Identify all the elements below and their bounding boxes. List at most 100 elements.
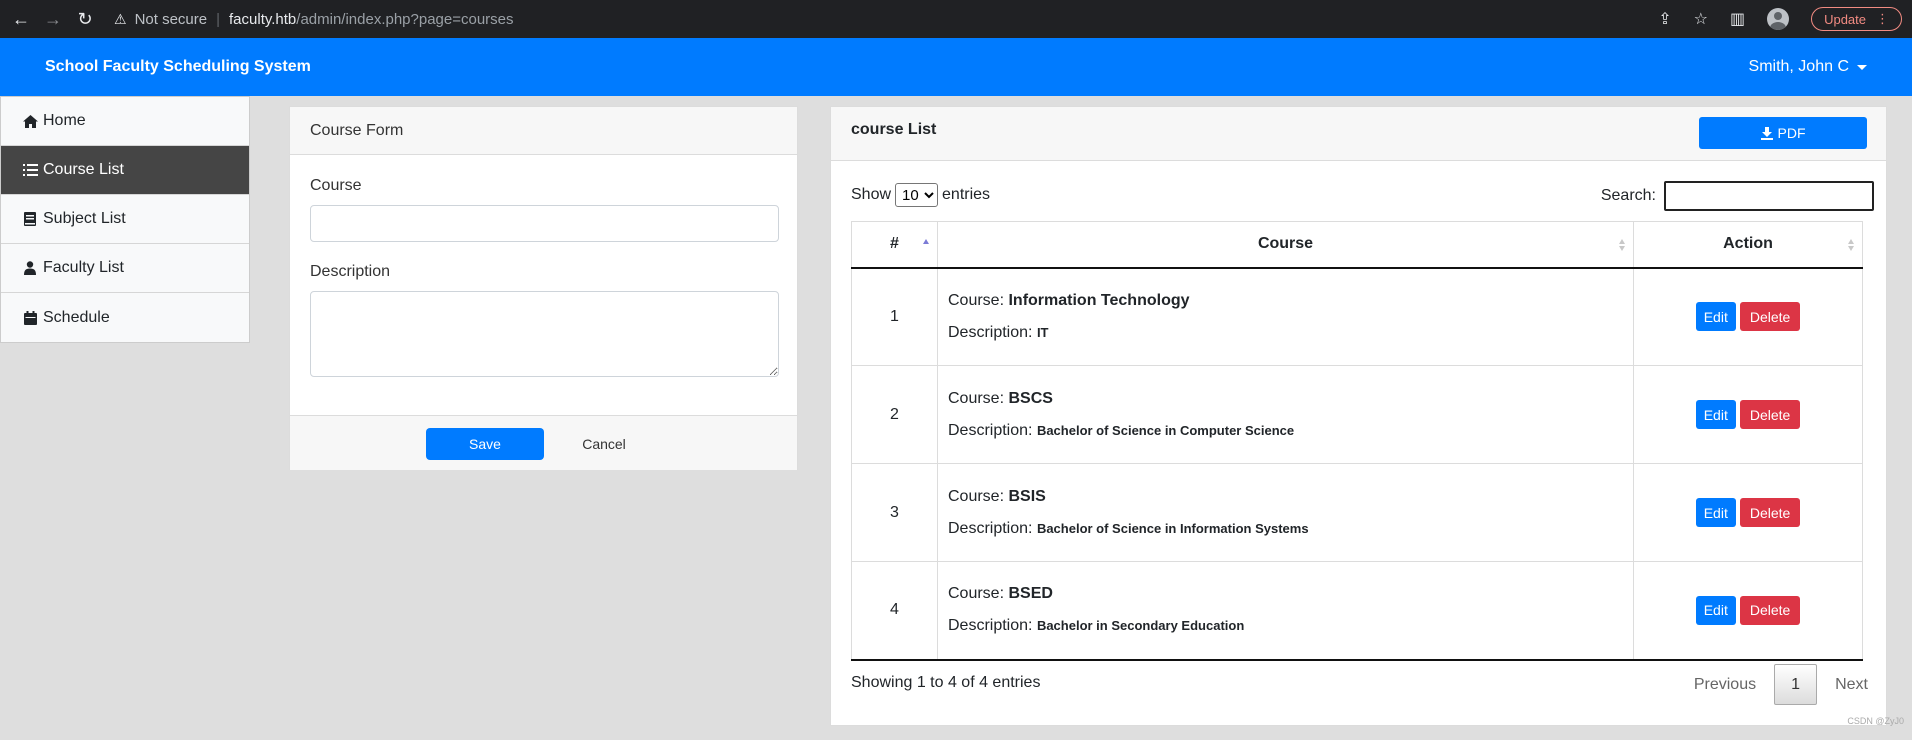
list-icon	[21, 164, 39, 176]
course-prefix: Course:	[948, 291, 1005, 309]
row-number: 4	[851, 561, 938, 661]
book-icon	[21, 212, 39, 226]
sort-icon	[1848, 239, 1854, 251]
table-info: Showing 1 to 4 of 4 entries	[851, 674, 1041, 691]
sort-ascending-icon	[923, 239, 929, 251]
course-info-cell: Course: Information Technology Descripti…	[937, 267, 1634, 366]
search-label: Search:	[1600, 187, 1656, 204]
edit-button[interactable]: Edit	[1695, 400, 1736, 429]
delete-button[interactable]: Delete	[1739, 498, 1801, 527]
description-prefix: Description:	[948, 421, 1033, 439]
course-description: IT	[1036, 324, 1049, 340]
sidebar-item-home[interactable]: Home	[1, 97, 249, 146]
table-row: 1 Course: Information Technology Descrip…	[851, 267, 1863, 366]
row-number: 1	[851, 267, 938, 366]
chevron-down-icon	[1857, 64, 1867, 70]
action-cell: Edit Delete	[1633, 561, 1863, 661]
sidebar-item-label: Subject List	[43, 210, 126, 227]
description-textarea[interactable]	[310, 291, 779, 377]
page-length-select[interactable]: 10	[895, 183, 939, 207]
row-number: 3	[851, 463, 938, 562]
sidebar-item-faculty-list[interactable]: Faculty List	[1, 244, 249, 293]
course-description: Bachelor of Science in Information Syste…	[1036, 520, 1309, 536]
back-icon[interactable]: ←	[10, 8, 32, 30]
course-list-title: course List	[851, 121, 937, 138]
edit-button[interactable]: Edit	[1695, 302, 1736, 332]
course-form-card: Course Form Course Description Save Canc…	[289, 106, 798, 470]
delete-button[interactable]: Delete	[1739, 400, 1801, 429]
column-header-action[interactable]: Action	[1633, 221, 1863, 269]
column-header-number[interactable]: #	[851, 221, 938, 269]
next-page-button[interactable]: Next	[1835, 676, 1868, 694]
course-name: BSIS	[1008, 487, 1046, 505]
table-row: 3 Course: BSIS Description: Bachelor of …	[851, 463, 1863, 562]
side-panel-icon[interactable]: ▥	[1730, 9, 1745, 29]
sidebar-item-course-list[interactable]: Course List	[1, 146, 249, 195]
sidebar-item-label: Home	[43, 112, 86, 129]
course-name: Information Technology	[1008, 291, 1190, 309]
app-brand: School Faculty Scheduling System	[45, 58, 311, 75]
course-list-card: course List PDF Show 10 entries Search: …	[830, 106, 1887, 726]
sidebar-item-label: Course List	[43, 161, 124, 178]
sidebar-item-schedule[interactable]: Schedule	[1, 293, 249, 342]
previous-page-button[interactable]: Previous	[1694, 676, 1756, 694]
share-icon[interactable]: ⇪	[1658, 9, 1671, 29]
entries-label: entries	[942, 186, 991, 203]
edit-button[interactable]: Edit	[1695, 595, 1736, 625]
course-name: BSED	[1008, 585, 1053, 603]
course-info-cell: Course: BSED Description: Bachelor in Se…	[937, 561, 1634, 661]
user-menu[interactable]: Smith, John C	[1749, 58, 1867, 76]
course-description: Bachelor in Secondary Education	[1036, 618, 1245, 634]
course-prefix: Course:	[948, 389, 1005, 407]
table-search: Search:	[1601, 181, 1874, 211]
update-button[interactable]: Update ⋮	[1811, 7, 1902, 31]
reload-icon[interactable]: ↻	[74, 8, 96, 30]
home-icon	[21, 114, 39, 128]
action-cell: Edit Delete	[1633, 267, 1863, 366]
address-bar[interactable]: ⚠ Not secure | faculty.htb/admin/index.p…	[114, 0, 514, 38]
warning-icon[interactable]: ⚠	[114, 11, 127, 28]
star-icon[interactable]: ☆	[1694, 9, 1708, 29]
save-button[interactable]: Save	[426, 428, 544, 460]
user-tie-icon	[21, 261, 39, 275]
url-path: /admin/index.php?page=courses	[296, 10, 514, 28]
cancel-button[interactable]: Cancel	[560, 428, 648, 460]
course-input[interactable]	[310, 205, 779, 242]
course-info-cell: Course: BSCS Description: Bachelor of Sc…	[937, 365, 1634, 464]
course-name: BSCS	[1008, 389, 1053, 407]
search-input[interactable]	[1664, 181, 1874, 211]
sidebar-item-label: Faculty List	[43, 259, 124, 276]
watermark: CSDN @ZyJ0	[1847, 716, 1904, 726]
page-1-button[interactable]: 1	[1774, 664, 1818, 705]
download-icon	[1760, 127, 1773, 140]
course-label: Course	[310, 177, 362, 194]
sidebar-item-subject-list[interactable]: Subject List	[1, 195, 249, 244]
more-vert-icon: ⋮	[1876, 11, 1889, 26]
browser-toolbar: ← → ↻ ⚠ Not secure | faculty.htb/admin/i…	[0, 0, 1912, 38]
description-prefix: Description:	[948, 323, 1033, 341]
sort-icon	[1619, 239, 1625, 251]
pdf-export-button[interactable]: PDF	[1699, 117, 1867, 149]
forward-icon[interactable]: →	[42, 8, 64, 30]
description-prefix: Description:	[948, 519, 1033, 537]
edit-button[interactable]: Edit	[1695, 498, 1736, 527]
course-form-footer: Save Cancel	[290, 415, 797, 470]
course-prefix: Course:	[948, 487, 1005, 505]
delete-button[interactable]: Delete	[1739, 302, 1801, 332]
column-header-label: Action	[1723, 235, 1773, 253]
security-label: Not secure	[134, 10, 208, 28]
course-table: # Course Action 1 Course: Information Te…	[851, 221, 1863, 661]
page-length-control: Show 10 entries	[851, 183, 990, 207]
sidebar-item-label: Schedule	[43, 308, 110, 326]
delete-button[interactable]: Delete	[1739, 595, 1801, 625]
pdf-label: PDF	[1777, 125, 1806, 141]
table-row: 4 Course: BSED Description: Bachelor in …	[851, 561, 1863, 661]
column-header-course[interactable]: Course	[937, 221, 1634, 269]
calendar-icon	[21, 310, 39, 325]
url-host: faculty.htb	[229, 10, 297, 28]
row-number: 2	[851, 365, 938, 464]
show-label: Show	[851, 186, 892, 203]
course-info-cell: Course: BSIS Description: Bachelor of Sc…	[937, 463, 1634, 562]
column-header-label: Course	[1257, 235, 1314, 253]
profile-avatar-icon[interactable]	[1767, 8, 1790, 30]
